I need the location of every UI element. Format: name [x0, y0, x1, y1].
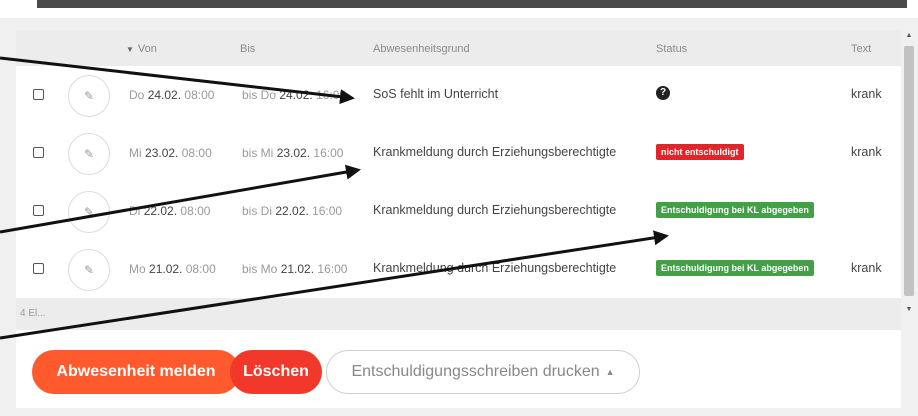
- pencil-icon: ✎: [83, 205, 95, 219]
- edit-button[interactable]: ✎: [68, 133, 110, 175]
- report-absence-button[interactable]: Abwesenheit melden: [32, 350, 240, 394]
- bis-cell: bis Mi 23.02. 16:00: [242, 146, 344, 160]
- header-status[interactable]: Status: [656, 43, 687, 55]
- header-von[interactable]: ▼ Von: [126, 43, 157, 55]
- delete-button[interactable]: Löschen: [230, 350, 322, 394]
- bis-cell: bis Do 24.02. 16:00: [242, 88, 347, 102]
- pencil-icon: ✎: [83, 89, 95, 103]
- table-row[interactable]: ✎ Mi 23.02. 08:00 bis Mi 23.02. 16:00 Krank…: [16, 124, 901, 183]
- question-circle-icon[interactable]: ?: [656, 86, 670, 100]
- header-grund[interactable]: Abwesenheitsgrund: [373, 43, 470, 55]
- von-cell: Mo 21.02. 08:00: [129, 262, 216, 276]
- scroll-down-icon[interactable]: ▼: [904, 306, 914, 313]
- reason-cell: SoS fehlt im Unterricht: [373, 87, 499, 101]
- reason-cell: Krankmeldung durch Erziehungsberechtigte: [373, 203, 617, 217]
- header-bis[interactable]: Bis: [240, 43, 255, 55]
- von-cell: Do 24.02. 08:00: [129, 88, 215, 102]
- status-badge: Entschuldigung bei KL abgegeben: [656, 260, 814, 276]
- reason-cell: Krankmeldung durch Erziehungsberechtigte: [373, 261, 617, 275]
- table-row[interactable]: ✎ Do 24.02. 08:00 bis Do 24.02. 16:00 SoS f…: [16, 66, 901, 125]
- scroll-thumb[interactable]: [904, 46, 914, 296]
- edit-button[interactable]: ✎: [68, 249, 110, 291]
- actions-panel: Abwesenheit melden Löschen Entschuldigun…: [16, 330, 901, 408]
- text-cell: krank: [851, 261, 882, 275]
- pencil-icon: ✎: [83, 263, 95, 277]
- edit-button[interactable]: ✎: [68, 75, 110, 117]
- von-cell: Di 22.02. 08:00: [129, 204, 211, 218]
- entry-count: 4 El...: [20, 308, 46, 319]
- status-badge: Entschuldigung bei KL abgegeben: [656, 202, 814, 218]
- text-cell: krank: [851, 87, 882, 101]
- edit-button[interactable]: ✎: [68, 191, 110, 233]
- table-row[interactable]: ✎ Mo 21.02. 08:00 bis Mo 21.02. 16:00 Krank…: [16, 240, 901, 299]
- print-excuse-button[interactable]: Entschuldigungsschreiben drucken ▲: [326, 350, 640, 394]
- absence-table: ▼ Von Bis Abwesenheitsgrund Status Text ✎…: [16, 30, 901, 330]
- text-cell: krank: [851, 145, 882, 159]
- bis-cell: bis Di 22.02. 16:00: [242, 204, 343, 218]
- status-badge: nicht entschuldigt: [656, 144, 744, 160]
- reason-cell: Krankmeldung durch Erziehungsberechtigte: [373, 145, 617, 159]
- row-checkbox[interactable]: [33, 263, 44, 274]
- table-header: ▼ Von Bis Abwesenheitsgrund Status Text: [16, 30, 901, 66]
- top-panel: [0, 0, 918, 18]
- scrollbar[interactable]: ▲ ▼: [902, 30, 916, 320]
- row-checkbox[interactable]: [33, 205, 44, 216]
- caret-up-icon: ▲: [605, 367, 615, 377]
- table-row[interactable]: ✎ Di 22.02. 08:00 bis Di 22.02. 16:00 Krank…: [16, 182, 901, 241]
- scroll-up-icon[interactable]: ▲: [904, 32, 914, 39]
- table-footer: 4 El...: [16, 298, 901, 330]
- pencil-icon: ✎: [83, 147, 95, 161]
- sort-desc-icon: ▼: [126, 45, 134, 54]
- row-checkbox[interactable]: [33, 89, 44, 100]
- von-cell: Mi 23.02. 08:00: [129, 146, 212, 160]
- row-checkbox[interactable]: [33, 147, 44, 158]
- header-text[interactable]: Text: [851, 43, 871, 55]
- bis-cell: bis Mo 21.02. 16:00: [242, 262, 348, 276]
- top-dark-bar: [37, 0, 907, 8]
